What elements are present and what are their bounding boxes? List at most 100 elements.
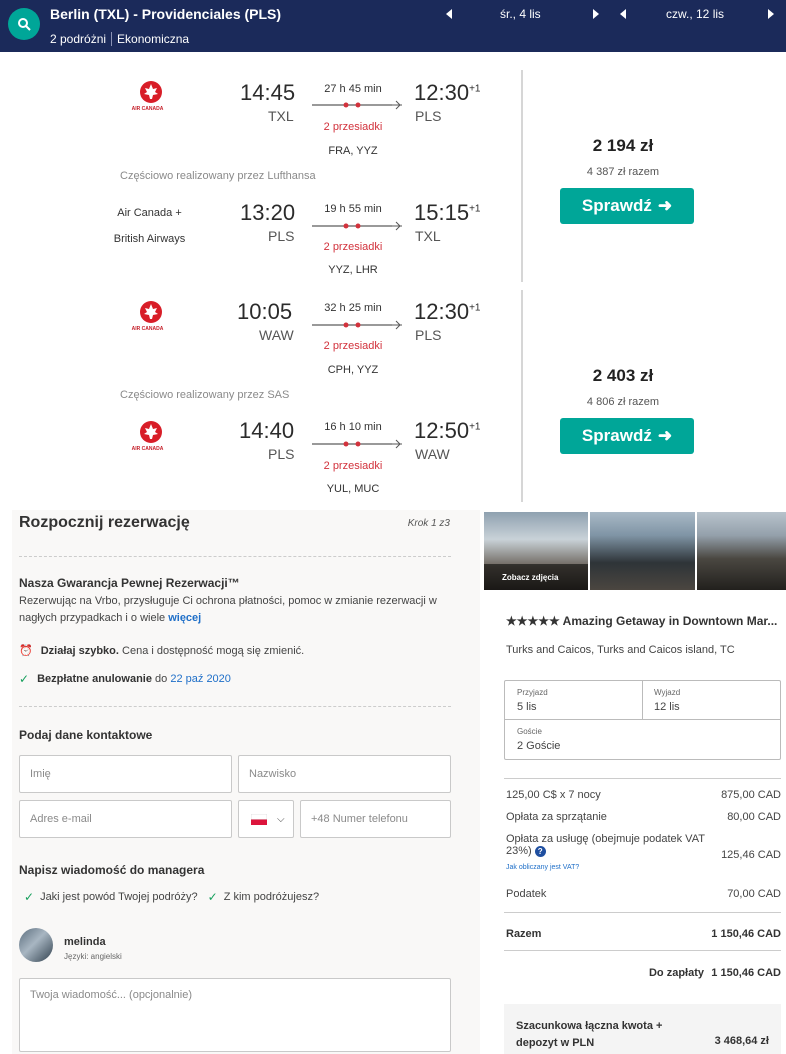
duration: 27 h 45 min xyxy=(324,83,382,95)
prompt-companions[interactable]: Z kim podróżujesz? xyxy=(224,891,319,903)
layover-airports: CPH, YYZ xyxy=(327,364,379,376)
depart-time: 13:20 xyxy=(240,200,296,225)
arrive-airport: WAW xyxy=(415,446,450,462)
deposit-label: Szacunkowa łączna kwota + depozyt w PLN xyxy=(516,1020,663,1049)
arrive-time: 12:30+1 xyxy=(414,80,481,105)
depart-date-nav: śr., 4 lis xyxy=(446,7,599,21)
check-deal-button[interactable]: Sprawdź ➜ xyxy=(560,188,694,224)
arrive-airport: PLS xyxy=(415,327,442,343)
stops-count: 2 przesiadki xyxy=(323,241,383,253)
divider xyxy=(111,32,113,46)
guests-label: Goście xyxy=(517,727,542,736)
arrive-time: 12:50+1 xyxy=(414,418,481,443)
price-per-person: 2 403 zł xyxy=(592,366,654,385)
message-title: Napisz wiadomość do managera xyxy=(19,863,205,877)
outbound-leg: AIR CANADA 10:05 WAW 32 h 25 min 12:30+1… xyxy=(0,290,520,390)
return-date[interactable]: czw., 12 lis xyxy=(666,7,724,21)
outbound-leg: AIR CANADA 14:45 TXL 27 h 45 min 12:30+1… xyxy=(0,70,520,170)
layover-airports: YUL, MUC xyxy=(326,483,380,495)
page-title: Rozpocznij rezerwację xyxy=(19,514,190,531)
search-button[interactable] xyxy=(8,8,40,40)
property-location: Turks and Caicos, Turks and Caicos islan… xyxy=(506,644,735,656)
next-date-icon[interactable] xyxy=(768,9,775,19)
cabin-class[interactable]: Ekonomiczna xyxy=(117,32,189,46)
prev-date-icon[interactable] xyxy=(620,9,626,19)
inbound-leg: AIR CANADA 14:40 PLS 16 h 10 min 12:50+1… xyxy=(0,408,520,508)
fee-row: Opłata za sprzątanie 80,00 CAD xyxy=(506,811,781,823)
arrow-right-icon: ➜ xyxy=(657,196,673,215)
divider xyxy=(505,719,780,720)
next-date-icon[interactable] xyxy=(592,9,599,19)
depart-airport: PLS xyxy=(268,446,295,462)
travelers-count[interactable]: 2 podróżni xyxy=(50,32,106,46)
dates-guests-box[interactable]: Przyjazd 5 lis Wyjazd 12 lis Goście 2 Go… xyxy=(504,680,781,760)
chevron-down-icon: ⌵ xyxy=(277,813,285,825)
contact-title: Podaj dane kontaktowe xyxy=(19,728,153,742)
prev-date-icon[interactable] xyxy=(446,9,452,19)
manager-name: melinda xyxy=(64,936,106,948)
arrive-time: 12:30+1 xyxy=(414,299,481,324)
phone-input[interactable]: +48 Numer telefonu xyxy=(300,800,451,838)
divider xyxy=(521,70,523,282)
checkin-date[interactable]: 5 lis xyxy=(517,701,537,713)
prompt-reason[interactable]: Jaki jest powód Twojej podróży? xyxy=(40,891,198,903)
vat-info-link[interactable]: Jak obliczany jest VAT? xyxy=(506,864,579,871)
property-photo[interactable] xyxy=(590,512,695,590)
route-line-icon xyxy=(312,221,402,231)
stops-count: 2 przesiadki xyxy=(323,121,383,133)
fee-row: 125,00 C$ x 7 nocy 875,00 CAD xyxy=(506,789,781,801)
price-total: 4 387 zł razem xyxy=(586,166,660,178)
due-amount: 1 150,46 CAD xyxy=(711,967,781,979)
help-icon[interactable]: ? xyxy=(534,846,546,857)
route-line-icon xyxy=(312,100,402,110)
first-name-input[interactable]: Imię xyxy=(19,755,232,793)
photo-strip[interactable]: Zobacz zdjęcia xyxy=(484,512,786,590)
arrow-right-icon: ➜ xyxy=(657,426,673,445)
avatar xyxy=(19,928,53,962)
fee-row: Opłata za usługę (obejmuje podatek VAT 2… xyxy=(506,833,781,861)
depart-time: 14:45 xyxy=(240,80,296,105)
arrive-airport: PLS xyxy=(415,108,442,124)
depart-airport: WAW xyxy=(259,327,294,343)
duration: 32 h 25 min xyxy=(324,302,382,314)
manager-languages: Języki: angielski xyxy=(64,952,122,961)
layover-airports: YYZ, LHR xyxy=(328,264,378,276)
total-amount: 1 150,46 CAD xyxy=(711,928,781,940)
price-per-person: 2 194 zł xyxy=(592,136,654,155)
airline-name: AIR CANADA xyxy=(131,326,164,332)
route-line-icon xyxy=(312,320,402,330)
guests-count[interactable]: 2 Goście xyxy=(517,740,560,752)
last-name-input[interactable]: Nazwisko xyxy=(238,755,451,793)
deposit-amount: 3 468,64 zł xyxy=(714,1035,769,1047)
route-title[interactable]: Berlin (TXL) - Providenciales (PLS) xyxy=(50,6,281,22)
message-textarea[interactable]: Twoja wiadomość... (opcjonalnie) xyxy=(19,978,451,1052)
divider xyxy=(504,778,781,779)
depart-airport: TXL xyxy=(268,108,294,124)
check-icon: ✓ xyxy=(207,890,218,904)
depart-date[interactable]: śr., 4 lis xyxy=(500,7,541,21)
country-code-select[interactable]: ⌵ xyxy=(238,800,294,838)
divider xyxy=(521,290,523,502)
fee-row: Podatek 70,00 CAD xyxy=(506,888,781,900)
divider xyxy=(642,681,643,719)
divider xyxy=(19,556,451,557)
search-icon xyxy=(18,18,31,31)
guarantee-title: Nasza Gwarancja Pewnej Rezerwacji™ xyxy=(19,576,240,590)
checkout-date[interactable]: 12 lis xyxy=(654,701,680,713)
arrive-airport: TXL xyxy=(415,228,441,244)
see-photos-button[interactable]: Zobacz zdjęcia xyxy=(484,564,589,590)
airline-name: AIR CANADA xyxy=(131,106,164,112)
deposit-estimate: Szacunkowa łączna kwota + depozyt w PLN … xyxy=(504,1004,781,1054)
airline-name: British Airways xyxy=(113,233,186,245)
divider xyxy=(504,912,781,913)
booking-form: Rozpocznij rezerwację Krok 1 z3 Nasza Gw… xyxy=(12,510,480,1054)
property-photo[interactable]: Zobacz zdjęcia xyxy=(484,512,589,590)
property-title: ★★★★★ Amazing Getaway in Downtown Mar... xyxy=(506,614,778,628)
stops-count: 2 przesiadki xyxy=(323,340,383,352)
more-link[interactable]: więcej xyxy=(168,612,201,624)
check-deal-button[interactable]: Sprawdź ➜ xyxy=(560,418,694,454)
property-photo[interactable] xyxy=(696,512,786,590)
airline-name: AIR CANADA xyxy=(131,446,164,452)
email-field[interactable]: Adres e-mail xyxy=(19,800,232,838)
act-fast-row: ⏰ Działaj szybko. Cena i dostępność mogą… xyxy=(19,644,305,658)
